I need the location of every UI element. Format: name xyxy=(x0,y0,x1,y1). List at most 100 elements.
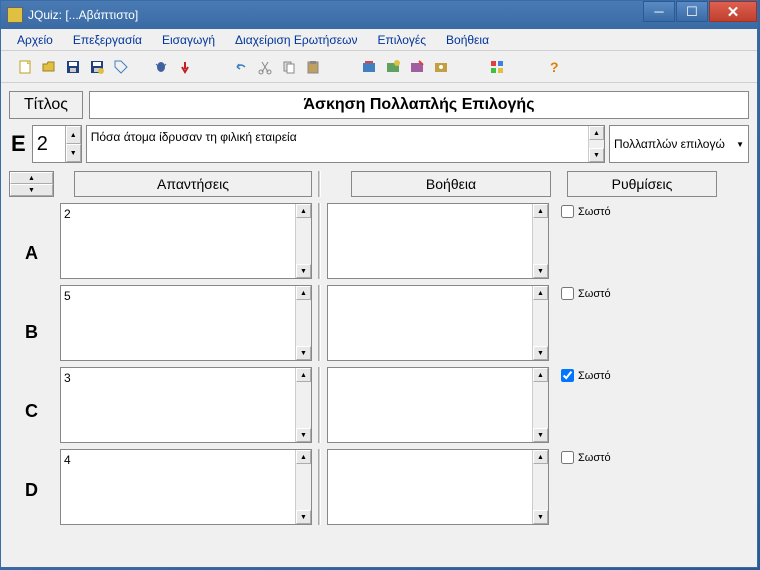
cut-icon[interactable] xyxy=(255,57,275,77)
answer-input[interactable]: 2 xyxy=(61,204,295,278)
scroll-up-icon[interactable]: ▲ xyxy=(533,368,548,382)
title-input[interactable] xyxy=(89,91,749,119)
menu-file[interactable]: Αρχείο xyxy=(9,31,61,49)
menu-insert[interactable]: Εισαγωγή xyxy=(154,31,223,49)
scroll-up-icon[interactable]: ▲ xyxy=(296,368,311,382)
scroll-up-icon[interactable]: ▲ xyxy=(296,204,311,218)
answer-input[interactable]: 5 xyxy=(61,286,295,360)
correct-checkbox-label[interactable]: Σωστό xyxy=(561,451,709,464)
scrollbar[interactable]: ▲▼ xyxy=(532,368,548,442)
help-input[interactable] xyxy=(328,450,532,524)
question-number-input[interactable] xyxy=(33,126,65,162)
saveas-icon[interactable] xyxy=(87,57,107,77)
scrollbar[interactable]: ▲▼ xyxy=(532,204,548,278)
scroll-up-icon[interactable]: ▲ xyxy=(533,450,548,464)
question-type-dropdown[interactable]: Πολλαπλών επιλογώ ▼ xyxy=(609,125,749,163)
menu-options[interactable]: Επιλογές xyxy=(369,31,434,49)
help-text-wrap: ▲▼ xyxy=(327,449,549,525)
correct-checkbox[interactable] xyxy=(561,287,574,300)
column-divider[interactable] xyxy=(318,171,321,197)
answer-input[interactable]: 3 xyxy=(61,368,295,442)
scroll-up-icon[interactable]: ▲ xyxy=(296,450,311,464)
correct-checkbox-label[interactable]: Σωστό xyxy=(561,287,709,300)
correct-label: Σωστό xyxy=(578,206,611,218)
paste-icon[interactable] xyxy=(303,57,323,77)
row-spinner[interactable]: ▲ ▼ xyxy=(9,171,54,197)
menu-manage[interactable]: Διαχείριση Ερωτήσεων xyxy=(227,31,365,49)
minimize-button[interactable]: ─ xyxy=(643,1,675,22)
open-icon[interactable] xyxy=(39,57,59,77)
qnum-down-icon[interactable]: ▼ xyxy=(66,144,81,162)
row-label-d: D xyxy=(9,480,54,501)
correct-checkbox-label[interactable]: Σωστό xyxy=(561,205,709,218)
correct-checkbox-label[interactable]: Σωστό xyxy=(561,369,709,382)
col-header-help: Βοήθεια xyxy=(351,171,551,197)
scrollbar[interactable]: ▲▼ xyxy=(295,368,311,442)
save-icon[interactable] xyxy=(63,57,83,77)
scroll-down-icon[interactable]: ▼ xyxy=(533,264,548,278)
content-area: Τίτλος Ε ▲ ▼ ▲ ▼ Πολλαπλών ε xyxy=(1,83,757,567)
close-button[interactable]: ✕ xyxy=(709,1,757,22)
new-icon[interactable] xyxy=(15,57,35,77)
help-input[interactable] xyxy=(328,286,532,360)
scroll-down-icon[interactable]: ▼ xyxy=(296,510,311,524)
help-input[interactable] xyxy=(328,368,532,442)
column-divider[interactable] xyxy=(318,203,321,279)
correct-label: Σωστό xyxy=(578,452,611,464)
scroll-up-icon[interactable]: ▲ xyxy=(533,286,548,300)
down-arrow-icon[interactable] xyxy=(175,57,195,77)
question-text-input[interactable] xyxy=(87,126,588,162)
answer-text-wrap: 3▲▼ xyxy=(60,367,312,443)
scroll-down-icon[interactable]: ▼ xyxy=(533,510,548,524)
question-number-spinner[interactable]: ▲ ▼ xyxy=(32,125,82,163)
column-divider[interactable] xyxy=(318,285,321,361)
answer-text-wrap: 2▲▼ xyxy=(60,203,312,279)
scroll-down-icon[interactable]: ▼ xyxy=(589,148,604,162)
bug-icon[interactable] xyxy=(151,57,171,77)
scroll-up-icon[interactable]: ▲ xyxy=(533,204,548,218)
export3-icon[interactable] xyxy=(407,57,427,77)
correct-checkbox[interactable] xyxy=(561,451,574,464)
help-icon[interactable]: ? xyxy=(543,57,563,77)
tag-icon[interactable] xyxy=(111,57,131,77)
maximize-button[interactable]: ☐ xyxy=(676,1,708,22)
scrollbar[interactable]: ▲▼ xyxy=(295,204,311,278)
scrollbar[interactable]: ▲▼ xyxy=(532,286,548,360)
correct-checkbox[interactable] xyxy=(561,205,574,218)
undo-icon[interactable] xyxy=(231,57,251,77)
window-title: JQuiz: [...Αβάπτιστο] xyxy=(28,8,138,22)
export2-icon[interactable] xyxy=(383,57,403,77)
question-label: Ε xyxy=(9,125,28,163)
scroll-down-icon[interactable]: ▼ xyxy=(296,428,311,442)
col-header-settings: Ρυθμίσεις xyxy=(567,171,717,197)
scroll-down-icon[interactable]: ▼ xyxy=(533,346,548,360)
menu-edit[interactable]: Επεξεργασία xyxy=(65,31,150,49)
scrollbar[interactable]: ▲▼ xyxy=(532,450,548,524)
answer-input[interactable]: 4 xyxy=(61,450,295,524)
help-input[interactable] xyxy=(328,204,532,278)
scroll-up-icon[interactable]: ▲ xyxy=(296,286,311,300)
grid-icon[interactable] xyxy=(487,57,507,77)
titlebar[interactable]: JQuiz: [...Αβάπτιστο] ─ ☐ ✕ xyxy=(1,1,757,29)
column-divider[interactable] xyxy=(318,367,321,443)
export4-icon[interactable] xyxy=(431,57,451,77)
rows-up-icon[interactable]: ▲ xyxy=(10,172,53,184)
scroll-up-icon[interactable]: ▲ xyxy=(589,126,604,140)
scroll-down-icon[interactable]: ▼ xyxy=(296,264,311,278)
chevron-down-icon: ▼ xyxy=(736,140,744,149)
copy-icon[interactable] xyxy=(279,57,299,77)
row-label-b: B xyxy=(9,322,54,343)
export1-icon[interactable] xyxy=(359,57,379,77)
qnum-up-icon[interactable]: ▲ xyxy=(66,126,81,144)
scrollbar[interactable]: ▲▼ xyxy=(295,450,311,524)
scroll-down-icon[interactable]: ▼ xyxy=(533,428,548,442)
scrollbar[interactable]: ▲▼ xyxy=(295,286,311,360)
scrollbar[interactable]: ▲ ▼ xyxy=(588,126,604,162)
menu-help[interactable]: Βοήθεια xyxy=(438,31,497,49)
question-type-value: Πολλαπλών επιλογώ xyxy=(614,137,725,151)
scroll-down-icon[interactable]: ▼ xyxy=(296,346,311,360)
column-divider[interactable] xyxy=(318,449,321,525)
app-window: JQuiz: [...Αβάπτιστο] ─ ☐ ✕ Αρχείο Επεξε… xyxy=(0,0,758,568)
rows-down-icon[interactable]: ▼ xyxy=(10,184,53,196)
correct-checkbox[interactable] xyxy=(561,369,574,382)
